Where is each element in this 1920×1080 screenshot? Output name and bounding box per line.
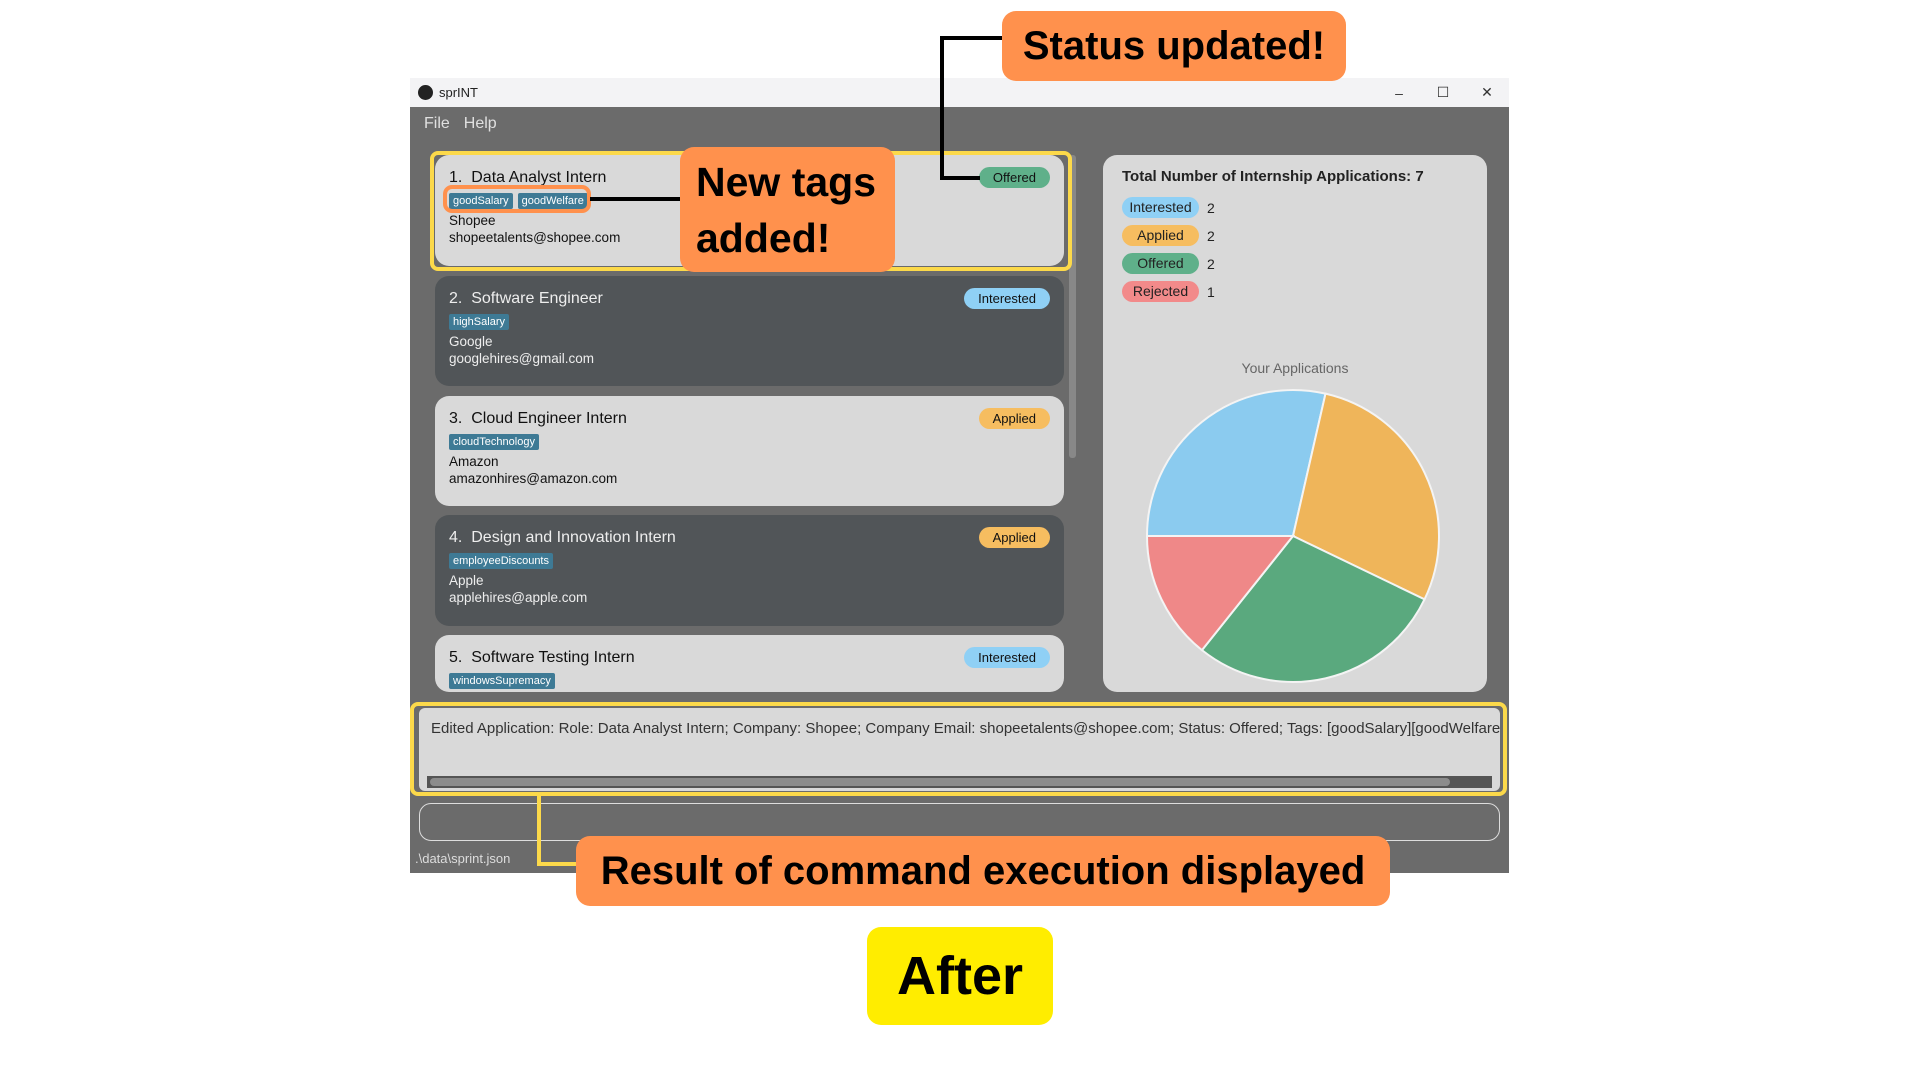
tag-list: cloudTechnology xyxy=(449,434,1050,450)
connector-line xyxy=(940,36,1004,40)
connector-line xyxy=(940,36,944,180)
legend-interested: Interested 2 xyxy=(1122,197,1215,218)
highlight-tags xyxy=(443,185,591,213)
status-badge: Applied xyxy=(978,527,1050,548)
menu-help[interactable]: Help xyxy=(464,115,497,133)
tag: windowsSupremacy xyxy=(449,673,555,689)
pie-title: Your Applications xyxy=(1241,360,1349,376)
company-email: googlehires@gmail.com xyxy=(449,351,595,366)
company: Apple xyxy=(449,573,484,588)
after-label: After xyxy=(867,927,1053,1025)
result-note: Result of command execution displayed xyxy=(576,836,1390,906)
tag-list: employeeDiscounts xyxy=(449,553,1050,569)
status-badge: Applied xyxy=(978,408,1050,429)
status-badge: Interested xyxy=(964,288,1050,309)
application-card[interactable]: 3. Cloud Engineer Intern cloudTechnology A… xyxy=(435,396,1064,506)
total-applications: Total Number of Internship Applications:… xyxy=(1122,168,1424,185)
connector-line xyxy=(537,862,577,866)
menu-bar: File Help xyxy=(410,107,1509,141)
company-email: amazonhires@amazon.com xyxy=(449,471,618,486)
legend-count: 2 xyxy=(1207,255,1215,272)
statistics-panel: Total Number of Internship Applications:… xyxy=(1103,155,1487,692)
card-title: 3. Cloud Engineer Intern xyxy=(449,410,627,427)
card-title: 5. Software Testing Intern xyxy=(449,649,635,666)
legend-count: 2 xyxy=(1207,199,1215,216)
legend-offered: Offered 2 xyxy=(1122,253,1215,274)
maximize-button[interactable]: ☐ xyxy=(1421,78,1465,107)
status-badge: Interested xyxy=(964,647,1050,668)
window-title: sprINT xyxy=(439,85,478,100)
tag: highSalary xyxy=(449,314,509,330)
menu-file[interactable]: File xyxy=(424,115,450,133)
application-card[interactable]: 2. Software Engineer highSalary Google goog… xyxy=(435,276,1064,386)
minimize-button[interactable]: – xyxy=(1377,78,1421,107)
legend-applied: Applied 2 xyxy=(1122,225,1215,246)
status-updated-note: Status updated! xyxy=(1002,11,1346,81)
legend-rejected: Rejected 1 xyxy=(1122,281,1215,302)
connector-line xyxy=(590,197,682,201)
tag: cloudTechnology xyxy=(449,434,539,450)
new-tags-note: New tags added! xyxy=(680,147,895,272)
legend-count: 2 xyxy=(1207,227,1215,244)
legend-label: Offered xyxy=(1122,253,1199,274)
company: Google xyxy=(449,334,493,349)
legend-count: 1 xyxy=(1207,283,1215,300)
connector-line xyxy=(537,796,541,866)
close-button[interactable]: ✕ xyxy=(1465,78,1509,107)
application-card[interactable]: 4. Design and Innovation Intern employeeD… xyxy=(435,515,1064,626)
card-title: 4. Design and Innovation Intern xyxy=(449,529,676,546)
app-logo-icon xyxy=(418,85,433,100)
company: Amazon xyxy=(449,454,499,469)
company-email: applehires@apple.com xyxy=(449,590,588,605)
title-bar: sprINT – ☐ ✕ xyxy=(410,78,1509,107)
legend-label: Interested xyxy=(1122,197,1199,218)
pie-chart xyxy=(1145,389,1440,683)
legend-label: Applied xyxy=(1122,225,1199,246)
application-card[interactable]: 5. Software Testing Intern windowsSuprema… xyxy=(435,635,1064,692)
card-title: 2. Software Engineer xyxy=(449,290,603,307)
connector-line xyxy=(940,176,980,180)
tag: employeeDiscounts xyxy=(449,553,553,569)
highlight-result xyxy=(410,702,1507,796)
legend-label: Rejected xyxy=(1122,281,1199,302)
tag-list: windowsSupremacy xyxy=(449,673,1050,689)
tag-list: highSalary xyxy=(449,314,1050,330)
